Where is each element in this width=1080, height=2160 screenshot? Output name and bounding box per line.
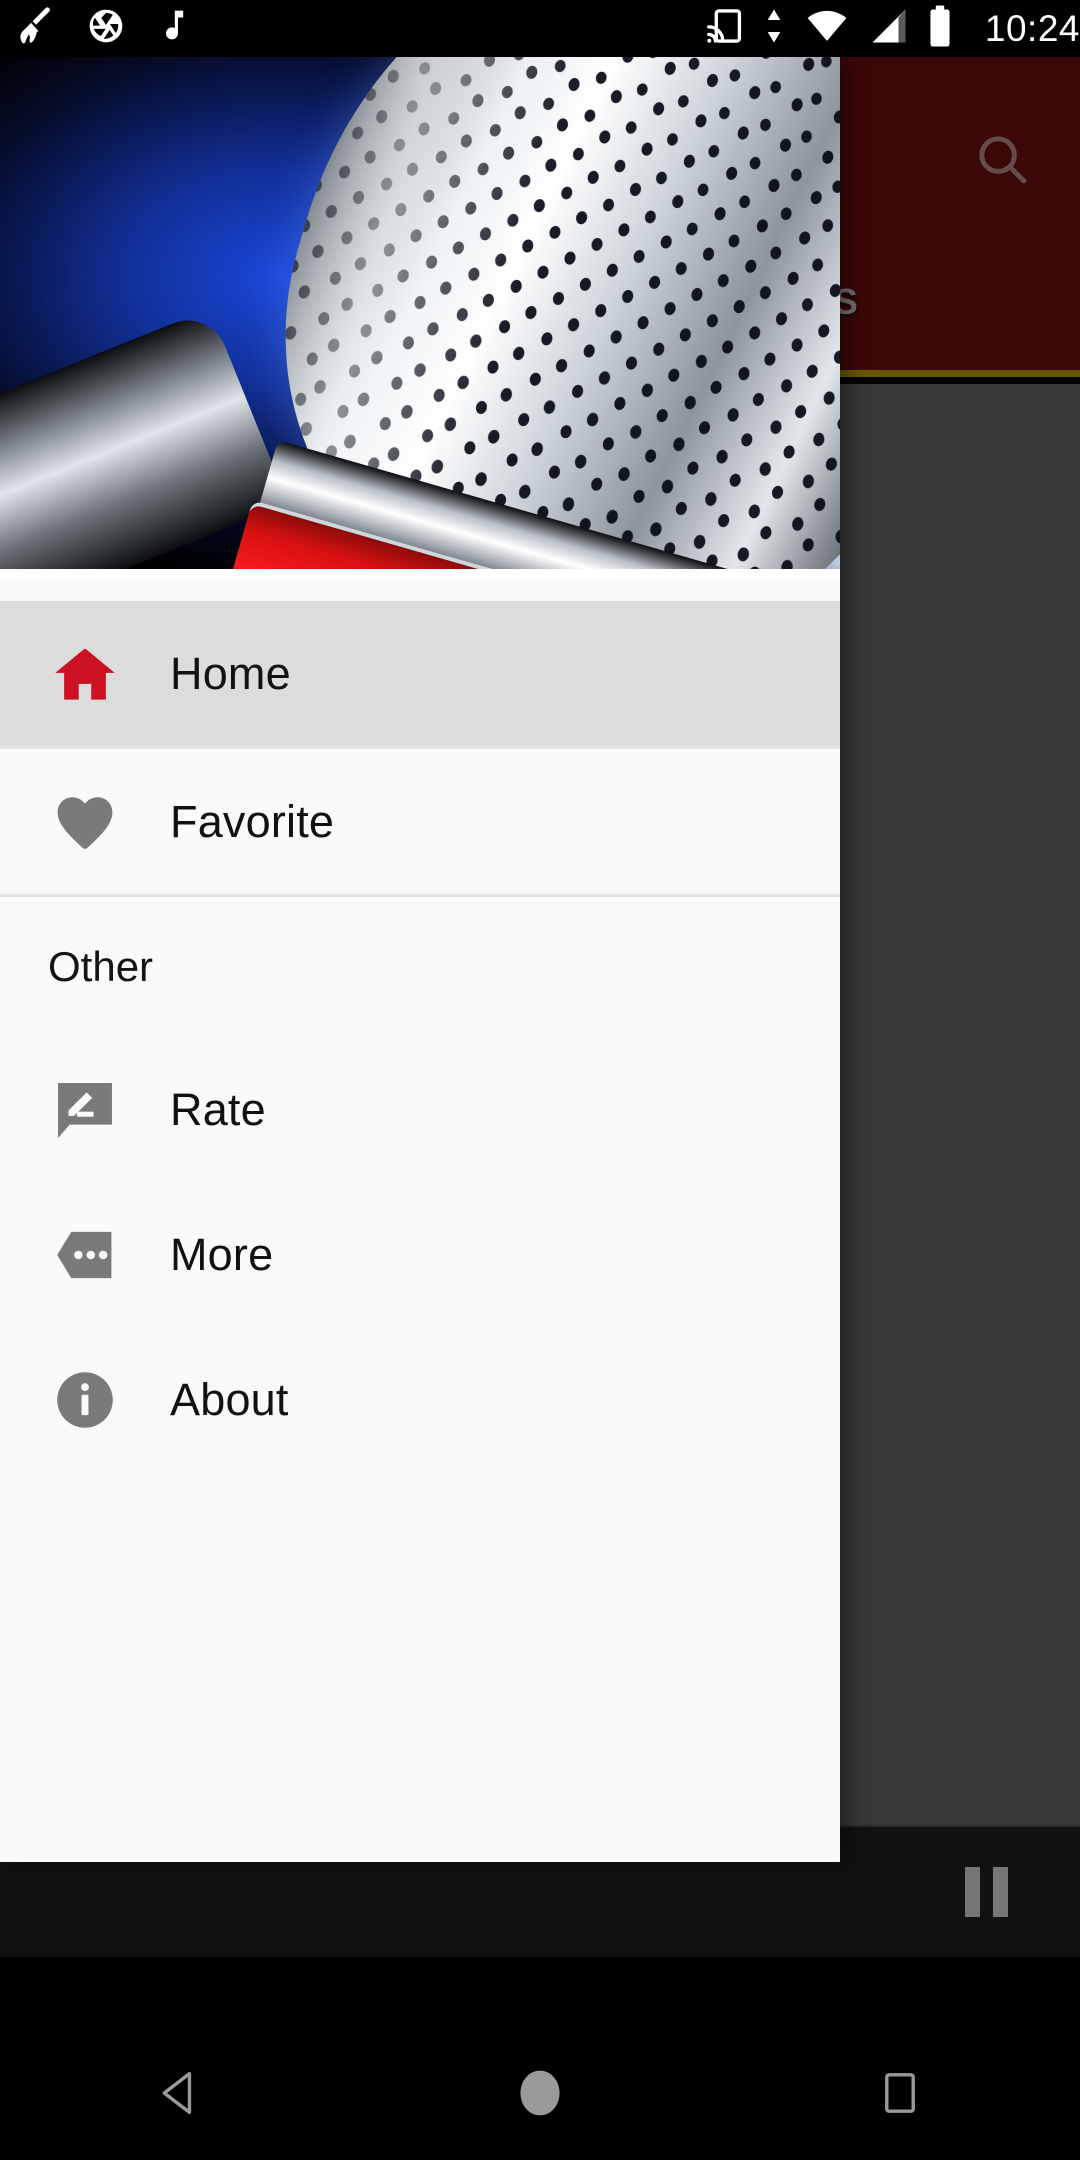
status-bar: 10:24	[0, 0, 1080, 57]
drawer-empty-space	[0, 1472, 840, 1862]
drawer-menu-list: Home Favorite Other Rate More About	[0, 579, 840, 1862]
sidebar-item-rate[interactable]: Rate	[0, 1037, 840, 1182]
back-icon[interactable]	[105, 2025, 255, 2160]
header-bottom-edge	[0, 569, 840, 579]
sidebar-item-about-label: About	[170, 1373, 289, 1425]
phone-screen: STATIONS O	[0, 0, 1080, 2160]
sidebar-item-favorite-label: Favorite	[170, 795, 335, 847]
cellular-signal-icon	[868, 5, 910, 52]
sidebar-item-about[interactable]: About	[0, 1327, 840, 1472]
data-transfer-icon	[762, 5, 786, 52]
pause-bar-right	[992, 1867, 1008, 1917]
pause-button[interactable]	[950, 1856, 1022, 1928]
wifi-icon	[803, 5, 851, 52]
sidebar-item-home-label: Home	[170, 647, 291, 699]
android-nav-bar	[0, 2025, 1080, 2160]
drawer-top-gap	[0, 579, 840, 601]
on-air-microphone-illustration: ON AIR	[0, 57, 840, 579]
drawer-header-image: ON AIR	[0, 57, 840, 579]
heart-icon	[0, 749, 170, 894]
battery-icon	[927, 4, 953, 53]
status-bar-left-icons	[0, 5, 190, 52]
section-header-other: Other	[0, 897, 840, 1037]
sidebar-item-more[interactable]: More	[0, 1182, 840, 1327]
sidebar-item-more-label: More	[170, 1228, 274, 1280]
cleaner-icon	[18, 5, 60, 52]
sidebar-item-rate-label: Rate	[170, 1083, 266, 1135]
cast-icon	[703, 5, 745, 52]
sidebar-item-favorite[interactable]: Favorite	[0, 749, 840, 894]
home-circle-icon[interactable]	[465, 2025, 615, 2160]
section-header-other-label: Other	[48, 943, 154, 990]
home-icon	[0, 601, 170, 746]
status-bar-right-icons	[703, 4, 975, 53]
pause-bar-left	[964, 1867, 980, 1917]
navigation-drawer: ON AIR Home	[0, 57, 840, 1862]
rate-review-icon	[0, 1037, 170, 1182]
search-icon[interactable]	[962, 119, 1042, 199]
more-apps-icon	[0, 1182, 170, 1327]
recents-icon[interactable]	[825, 2025, 975, 2160]
info-icon	[0, 1327, 170, 1472]
music-note-icon	[152, 7, 190, 50]
sidebar-item-home[interactable]: Home	[0, 601, 840, 746]
status-bar-clock: 10:24	[984, 8, 1080, 49]
camera-aperture-icon	[86, 6, 126, 51]
